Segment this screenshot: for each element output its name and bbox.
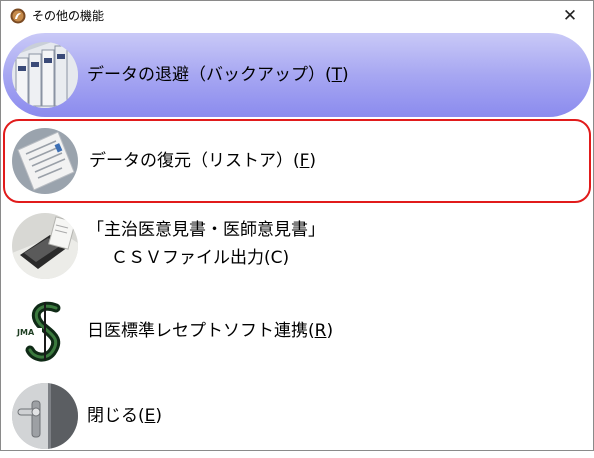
menu-item-receipt-link[interactable]: JMA 日医標準レセプトソフト連携(R) bbox=[3, 289, 591, 373]
stapler-icon bbox=[12, 213, 78, 279]
document-icon bbox=[12, 128, 78, 194]
binders-icon bbox=[12, 42, 78, 108]
jma-logo-icon: JMA bbox=[12, 298, 78, 364]
door-handle-icon bbox=[12, 383, 78, 449]
menu-label-close: 閉じる(E) bbox=[87, 406, 163, 426]
close-icon: ✕ bbox=[562, 5, 578, 26]
menu-label-csv-line2: ＣＳＶファイル出力(C) bbox=[111, 248, 290, 268]
menu-item-close[interactable]: 閉じる(E) bbox=[3, 374, 591, 458]
svg-text:JMA: JMA bbox=[16, 328, 35, 337]
menu-item-csv-export[interactable]: 「主治医意見書・医師意見書」 ＣＳＶファイル出力(C) bbox=[3, 204, 591, 288]
menu-item-backup[interactable]: データの退避（バックアップ）(T) bbox=[3, 33, 591, 117]
window-title: その他の機能 bbox=[32, 9, 105, 23]
close-window-button[interactable]: ✕ bbox=[547, 1, 593, 31]
menu-label-restore: データの復元（リストア）(F) bbox=[89, 151, 317, 171]
app-icon bbox=[10, 8, 26, 24]
menu-item-restore[interactable]: データの復元（リストア）(F) bbox=[3, 119, 591, 203]
menu-label-receipt-link: 日医標準レセプトソフト連携(R) bbox=[87, 321, 334, 341]
menu-label-csv-line1: 「主治医意見書・医師意見書」 bbox=[87, 220, 325, 240]
menu-label-backup: データの退避（バックアップ）(T) bbox=[87, 65, 349, 85]
title-bar: その他の機能 ✕ bbox=[1, 1, 593, 31]
dialog-window: その他の機能 ✕ データの退避（バックアップ）(T) データの復元（リストア）(… bbox=[0, 0, 594, 451]
